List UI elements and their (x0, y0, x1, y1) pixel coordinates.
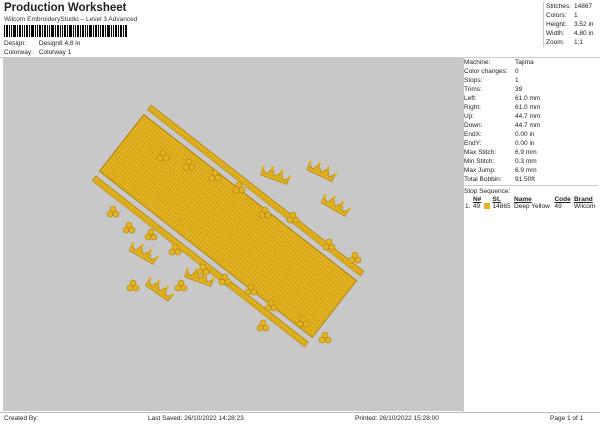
printed-date: Printed: 26/10/2022 15:28:00 (355, 415, 439, 422)
thread-color-swatch (483, 203, 490, 210)
footer: Created By: Last Saved: 26/10/2022 14:28… (0, 412, 600, 425)
stats-panel: Stitches: 14867 Colors: 1 Height: 3.52 in W… (543, 2, 599, 47)
info-row: Stops: 1 (464, 77, 519, 84)
barcode (4, 25, 127, 37)
page-number: Page 1 of 1 (550, 415, 584, 422)
table-header-row: N# St. Name Code Brand (472, 196, 593, 203)
stat-width: Width: 4.80 in (546, 30, 594, 37)
page-title: Production Worksheet (4, 2, 127, 14)
info-row: Min Stitch: 0.3 mm (464, 158, 537, 165)
info-row: Up: 44.7 mm (464, 113, 541, 120)
stat-height: Height: 3.52 in (546, 21, 594, 28)
info-row: Left: 61.0 mm (464, 95, 541, 102)
info-row: Right: 61.0 mm (464, 104, 541, 111)
stat-stitches: Stitches: 14867 (546, 3, 593, 10)
info-row: Down: 44.7 mm (464, 122, 541, 129)
info-row: EndY: 0.00 in (464, 140, 535, 147)
info-row: EndX: 0.00 in (464, 131, 535, 138)
design-label: Design: (4, 40, 27, 47)
design-row: Design: Design8 4,8 in (4, 40, 80, 47)
colorway-label: Colorway: (4, 49, 33, 56)
info-row: Color changes: 0 (464, 68, 519, 75)
info-row: Max Jump: 6.9 mm (464, 167, 537, 174)
design-preview (3, 58, 463, 411)
machine-info-panel: Machine: Tajima Color changes: 0 Stops: 1 T… (464, 58, 598, 210)
info-row: Total Bobbin: 91.50ft (464, 176, 535, 183)
embroidery-artwork (91, 104, 365, 348)
stop-sequence-table: N# St. Name Code Brand 1. 49 14865 Deep … (464, 196, 598, 210)
info-row: Max Stitch: 6.9 mm (464, 149, 537, 156)
last-saved: Last Saved: 26/10/2022 14:28:23 (148, 415, 244, 422)
info-row: Trims: 39 (464, 86, 523, 93)
colorway-row: Colorway: Colorway 1 (4, 49, 71, 56)
stop-sequence-title: Stop Sequence: (464, 185, 598, 196)
table-row: 1. 49 14865 Deep Yellow 49 Wilcom (465, 203, 596, 210)
stat-zoom: Zoom: 1:1 (546, 39, 584, 46)
info-row: Machine: Tajima (464, 59, 534, 66)
colorway-value: Colorway 1 (38, 49, 72, 56)
stat-colors: Colors: 1 (546, 12, 578, 19)
created-by: Created By: (4, 415, 39, 422)
main-band (91, 104, 365, 348)
software-subtitle: Wilcom EmbroideryStudio – Level 3 Advanc… (4, 16, 138, 23)
worksheet: Production Worksheet Wilcom EmbroiderySt… (0, 0, 600, 424)
design-value: Design8 4,8 in (38, 40, 81, 47)
